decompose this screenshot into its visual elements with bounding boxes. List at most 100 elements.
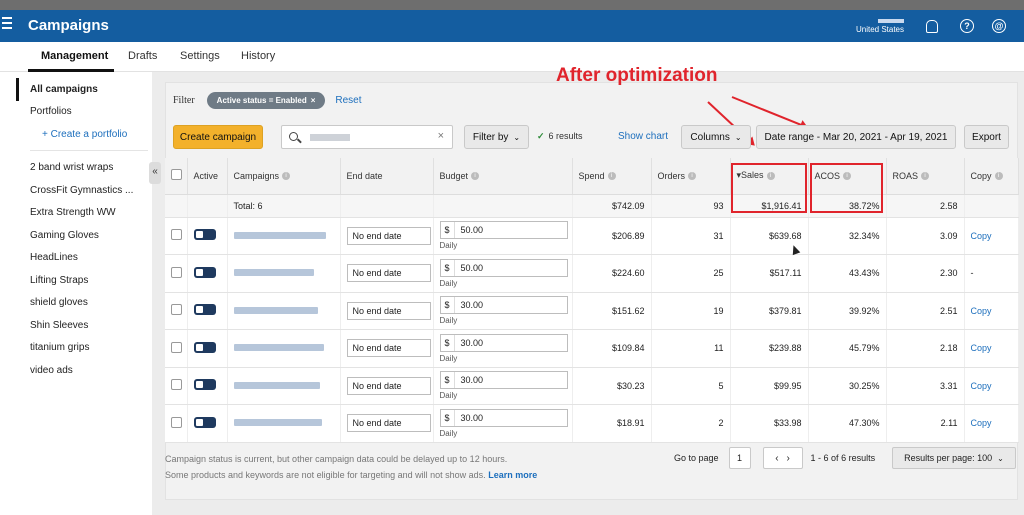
tab-drafts[interactable]: Drafts bbox=[128, 50, 157, 62]
campaign-name-redacted[interactable] bbox=[233, 306, 318, 314]
campaign-name-redacted[interactable] bbox=[233, 381, 320, 389]
col-roas[interactable]: ROAS i bbox=[886, 158, 965, 195]
row-checkbox[interactable] bbox=[171, 341, 182, 353]
menu-icon[interactable] bbox=[2, 17, 12, 31]
active-toggle[interactable] bbox=[193, 266, 216, 278]
top-bar: Campaigns United States ? @ bbox=[0, 10, 1024, 42]
next-page-icon[interactable]: › bbox=[787, 453, 790, 464]
budget-input[interactable]: $30.00 bbox=[439, 408, 568, 427]
filter-chip[interactable]: Active status = Enabled × bbox=[206, 91, 326, 109]
campaign-name-redacted[interactable] bbox=[233, 269, 314, 277]
create-campaign-button[interactable]: Create campaign bbox=[173, 125, 263, 149]
col-orders[interactable]: Orders i bbox=[651, 158, 731, 195]
end-date-field[interactable]: No end date bbox=[346, 376, 431, 395]
export-button[interactable]: Export bbox=[964, 125, 1009, 149]
col-roas-label: ROAS bbox=[892, 170, 919, 181]
budget-period: Daily bbox=[439, 428, 458, 438]
campaign-name-redacted[interactable] bbox=[233, 344, 324, 352]
budget-input[interactable]: $30.00 bbox=[439, 296, 568, 315]
tab-settings[interactable]: Settings bbox=[180, 50, 220, 62]
learn-more-link[interactable]: Learn more bbox=[488, 470, 537, 480]
pagination: Go to page 1 ‹ › 1 - 6 of 6 results bbox=[674, 447, 875, 469]
col-budget[interactable]: Budget i bbox=[433, 158, 573, 195]
budget-input[interactable]: $30.00 bbox=[439, 371, 568, 390]
currency-symbol: $ bbox=[441, 297, 455, 314]
date-range-button[interactable]: Date range - Mar 20, 2021 - Apr 19, 2021 bbox=[756, 125, 956, 149]
sidebar-item-portfolios[interactable]: Portfolios bbox=[16, 101, 156, 124]
sidebar-item-portfolio[interactable]: Lifting Straps bbox=[16, 269, 156, 292]
show-chart-link[interactable]: Show chart bbox=[618, 131, 668, 142]
table-row: No end date $30.00 Daily $151.62 19 $379.… bbox=[165, 292, 1019, 330]
collapse-sidebar-icon[interactable]: « bbox=[149, 162, 161, 184]
col-campaigns[interactable]: Campaigns i bbox=[227, 158, 341, 195]
sales-highlight-box bbox=[731, 163, 807, 213]
col-active: Active bbox=[187, 158, 228, 195]
active-toggle[interactable] bbox=[193, 229, 216, 241]
sidebar-item-portfolio[interactable]: Shin Sleeves bbox=[16, 314, 156, 337]
clear-search-icon[interactable]: × bbox=[438, 130, 444, 142]
row-checkbox[interactable] bbox=[171, 416, 182, 428]
account-switcher[interactable]: United States bbox=[856, 18, 904, 34]
col-copy-label: Copy bbox=[970, 170, 992, 181]
budget-input[interactable]: $50.00 bbox=[439, 258, 568, 277]
sidebar-item-portfolio[interactable]: 2 band wrist wraps bbox=[16, 157, 156, 180]
reset-filter-link[interactable]: Reset bbox=[335, 95, 361, 106]
budget-value: 30.00 bbox=[460, 412, 484, 423]
row-checkbox[interactable] bbox=[171, 229, 182, 241]
spend-cell: $18.91 bbox=[572, 404, 652, 443]
acos-cell: 43.43% bbox=[808, 254, 887, 293]
chevron-down-icon: ⌄ bbox=[734, 132, 742, 142]
row-checkbox[interactable] bbox=[171, 266, 182, 278]
filter-by-button[interactable]: Filter by ⌄ bbox=[464, 125, 529, 149]
end-date-field[interactable]: No end date bbox=[346, 301, 431, 320]
end-date-field[interactable]: No end date bbox=[346, 226, 431, 245]
campaign-name-redacted[interactable] bbox=[233, 419, 322, 427]
table-row: No end date $30.00 Daily $18.91 2 $33.98 … bbox=[165, 404, 1019, 443]
sidebar-item-portfolio[interactable]: HeadLines bbox=[16, 247, 156, 270]
remove-filter-icon[interactable]: × bbox=[311, 96, 316, 105]
search-query-redacted bbox=[310, 134, 350, 141]
results-per-page-select[interactable]: Results per page: 100 ⌄ bbox=[892, 447, 1016, 469]
budget-period: Daily bbox=[439, 278, 458, 288]
sidebar-item-portfolio[interactable]: titanium grips bbox=[16, 337, 156, 360]
account-icon[interactable]: @ bbox=[992, 19, 1006, 33]
active-toggle[interactable] bbox=[193, 416, 216, 428]
roas-cell: 3.31 bbox=[886, 367, 965, 405]
active-toggle[interactable] bbox=[193, 341, 216, 353]
info-icon: i bbox=[994, 172, 1003, 181]
campaign-name-redacted[interactable] bbox=[233, 231, 326, 239]
select-all-checkbox[interactable] bbox=[171, 169, 182, 181]
row-checkbox[interactable] bbox=[171, 304, 182, 316]
end-date-field[interactable]: No end date bbox=[346, 339, 431, 358]
end-date-field[interactable]: No end date bbox=[346, 264, 431, 283]
sidebar-item-portfolio[interactable]: Gaming Gloves bbox=[16, 224, 156, 247]
columns-button[interactable]: Columns ⌄ bbox=[681, 125, 751, 149]
tab-history[interactable]: History bbox=[241, 50, 275, 62]
prev-page-icon[interactable]: ‹ bbox=[775, 453, 778, 464]
search-input[interactable]: × bbox=[281, 125, 453, 149]
copy-link[interactable]: Copy bbox=[971, 343, 992, 353]
sidebar-item-portfolio[interactable]: video ads bbox=[16, 359, 156, 382]
active-toggle[interactable] bbox=[193, 304, 216, 316]
bell-icon[interactable] bbox=[926, 19, 938, 33]
sidebar-item-all-campaigns[interactable]: All campaigns bbox=[16, 78, 156, 101]
sidebar-item-portfolio[interactable]: Extra Strength WW bbox=[16, 202, 156, 225]
active-toggle[interactable] bbox=[193, 379, 216, 391]
copy-link[interactable]: Copy bbox=[971, 231, 992, 241]
tab-management[interactable]: Management bbox=[41, 50, 108, 62]
row-checkbox[interactable] bbox=[171, 379, 182, 391]
end-date-field[interactable]: No end date bbox=[346, 414, 431, 433]
copy-link[interactable]: Copy bbox=[971, 418, 992, 428]
page-number-input[interactable]: 1 bbox=[728, 447, 751, 469]
help-icon[interactable]: ? bbox=[960, 19, 974, 33]
create-portfolio-link[interactable]: + Create a portfolio bbox=[16, 123, 156, 146]
budget-input[interactable]: $30.00 bbox=[439, 333, 568, 352]
col-spend[interactable]: Spend i bbox=[572, 158, 652, 195]
copy-link[interactable]: Copy bbox=[971, 306, 992, 316]
per-page: Results per page: 100 ⌄ bbox=[892, 447, 1016, 469]
budget-input[interactable]: $50.00 bbox=[439, 221, 568, 240]
col-end-date[interactable]: End date bbox=[340, 158, 434, 195]
sidebar-item-portfolio[interactable]: shield gloves bbox=[16, 292, 156, 315]
sidebar-item-portfolio[interactable]: CrossFit Gymnastics ... bbox=[16, 179, 156, 202]
copy-link[interactable]: Copy bbox=[971, 381, 992, 391]
